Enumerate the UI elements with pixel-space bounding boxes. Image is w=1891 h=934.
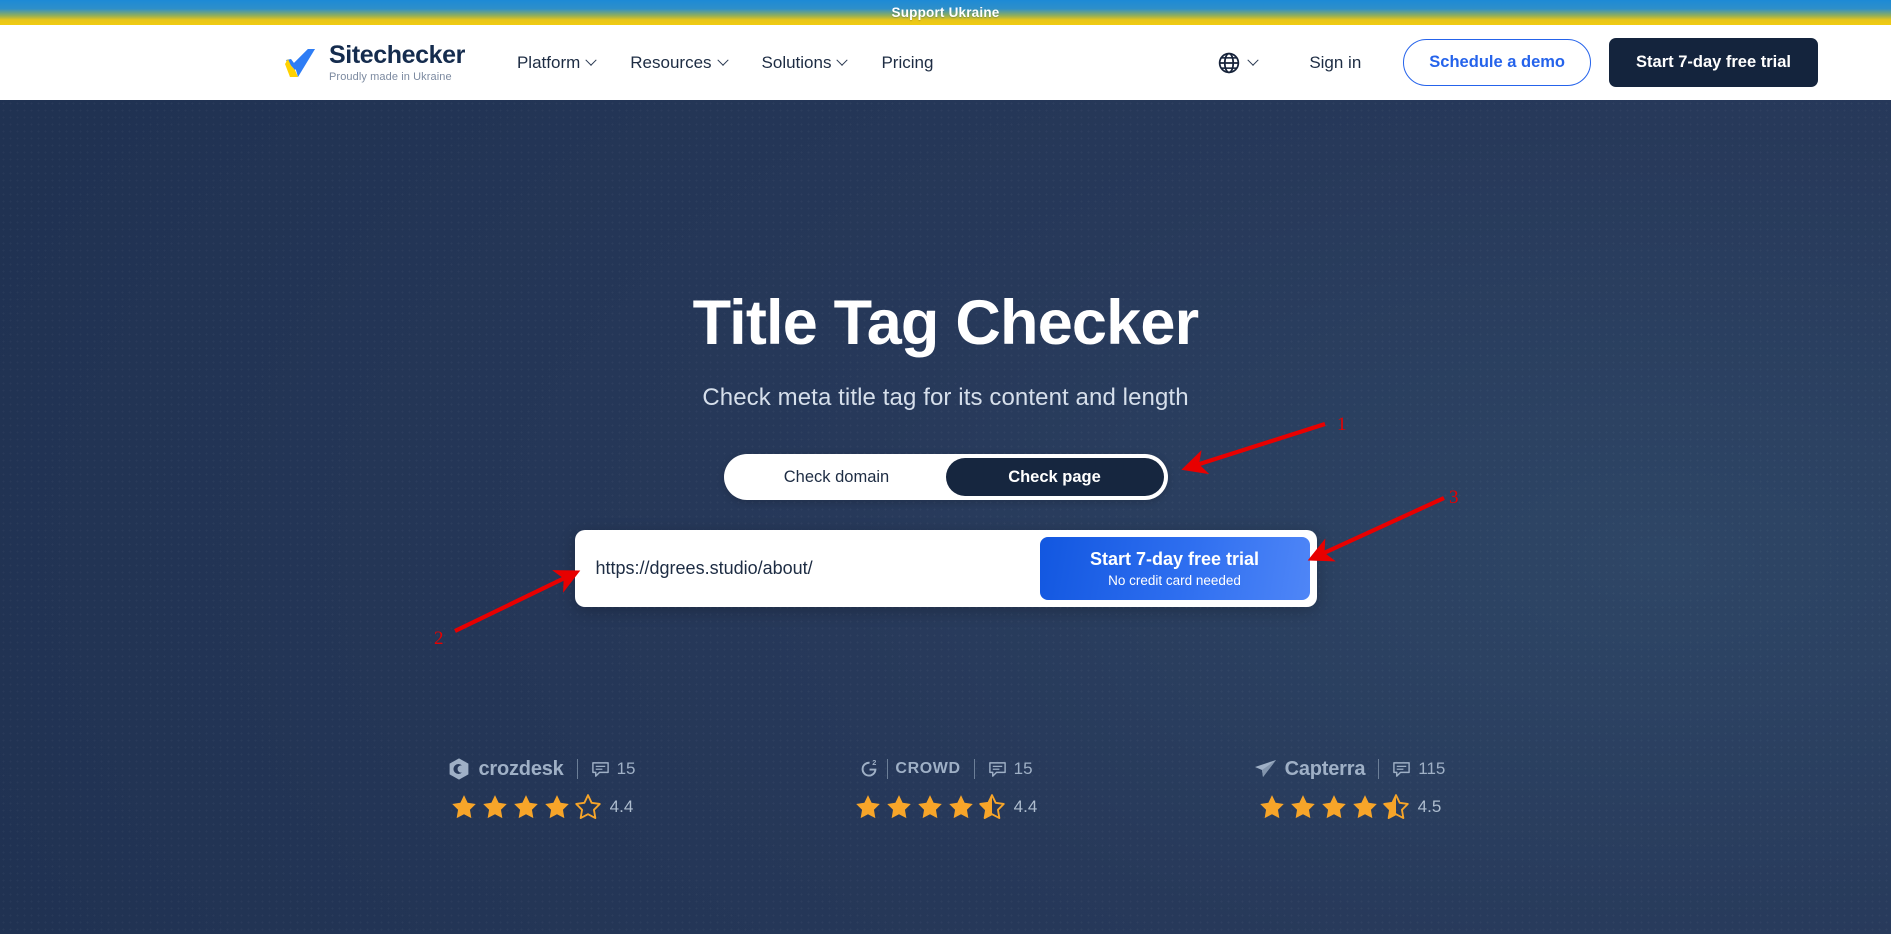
g2-crowd-icon: 2: [862, 758, 878, 777]
star-full-icon: [948, 795, 973, 819]
g2crowd-reviews: 15: [988, 759, 1033, 779]
crozdesk-brand: crozdesk: [447, 757, 564, 781]
crozdesk-reviews: 15: [591, 759, 636, 779]
star-full-icon: [886, 795, 911, 819]
chevron-down-icon: [716, 54, 729, 66]
hero-section: Title Tag Checker Check meta title tag f…: [0, 100, 1891, 934]
g2crowd-review-count: 15: [1013, 759, 1033, 778]
svg-text:2: 2: [873, 758, 878, 767]
capterra-stars: 4.5: [1258, 793, 1442, 821]
star-full-icon: [855, 795, 880, 819]
rating-header: Capterra 115: [1254, 755, 1445, 783]
start-trial-button-hero[interactable]: Start 7-day free trial No credit card ne…: [1039, 537, 1310, 601]
header-actions: Sign in Schedule a demo Start 7-day free…: [1218, 38, 1818, 87]
logo-name: Sitechecker: [329, 40, 465, 69]
capterra-icon: [1254, 760, 1276, 777]
rating-header: 2 CROWD 15: [858, 755, 1033, 783]
star-full-icon: [1352, 795, 1377, 819]
url-search-bar: Start 7-day free trial No credit card ne…: [574, 530, 1317, 608]
comment-icon: [591, 761, 609, 777]
crozdesk-brand-label: crozdesk: [478, 757, 564, 780]
capterra-reviews: 115: [1392, 759, 1445, 779]
capterra-score: 4.5: [1417, 797, 1442, 816]
crozdesk-stars: 4.4: [450, 793, 634, 821]
nav-label-pricing: Pricing: [881, 52, 934, 72]
capterra-brand: Capterra: [1254, 757, 1366, 781]
g2crowd-score: 4.4: [1013, 797, 1038, 816]
star-empty-icon: [574, 794, 601, 820]
page-subtitle: Check meta title tag for its content and…: [702, 384, 1189, 412]
support-ukraine-label: Support Ukraine: [891, 5, 1000, 20]
star-full-icon: [482, 795, 507, 819]
rating-header: crozdesk 15: [447, 755, 636, 783]
comment-icon: [1393, 761, 1411, 777]
chevron-down-icon: [836, 54, 849, 66]
ratings-row: crozdesk 15 4.4 2 CROWD 15 4.4 Capterra …: [0, 755, 1891, 821]
nav-item-pricing[interactable]: Pricing: [881, 53, 933, 73]
star-full-icon: [1259, 795, 1284, 819]
support-ukraine-banner[interactable]: Support Ukraine: [0, 0, 1891, 25]
rating-crozdesk: crozdesk 15 4.4: [417, 755, 667, 821]
main-nav: Platform Resources Solutions Pricing: [517, 53, 933, 73]
hero-content: Title Tag Checker Check meta title tag f…: [0, 100, 1891, 608]
cta-main-label: Start 7-day free trial: [1089, 549, 1260, 570]
nav-item-resources[interactable]: Resources: [630, 52, 729, 73]
star-full-icon: [1290, 795, 1315, 819]
comment-icon: [988, 761, 1006, 777]
check-mode-toggle: Check domain Check page: [723, 454, 1168, 501]
chevron-down-icon: [1247, 54, 1259, 66]
crozdesk-icon: [450, 758, 469, 780]
toggle-check-page[interactable]: Check page: [945, 458, 1164, 497]
divider: [887, 759, 889, 779]
divider: [1378, 759, 1380, 779]
sign-in-link[interactable]: Sign in: [1309, 53, 1361, 73]
start-trial-button-header[interactable]: Start 7-day free trial: [1609, 38, 1818, 87]
nav-label-platform: Platform: [516, 52, 581, 72]
logo-tagline: Proudly made in Ukraine: [329, 70, 452, 83]
crozdesk-score: 4.4: [609, 797, 634, 816]
logo[interactable]: Sitechecker Proudly made in Ukraine: [284, 40, 465, 83]
divider: [576, 759, 578, 779]
toggle-check-domain[interactable]: Check domain: [728, 458, 946, 496]
rating-capterra: Capterra 115 4.5: [1225, 755, 1475, 821]
star-full-icon: [544, 795, 569, 819]
cta-sub-label: No credit card needed: [1108, 573, 1241, 589]
site-header: Sitechecker Proudly made in Ukraine Plat…: [0, 25, 1891, 100]
schedule-demo-button[interactable]: Schedule a demo: [1403, 39, 1592, 86]
star-full-icon: [917, 795, 942, 819]
page-title: Title Tag Checker: [692, 288, 1200, 358]
star-full-icon: [1321, 795, 1346, 819]
g2crowd-stars: 4.4: [854, 793, 1038, 821]
sitechecker-checkmark-icon: [285, 48, 315, 77]
nav-label-solutions: Solutions: [761, 52, 832, 72]
url-input[interactable]: [581, 558, 1040, 580]
nav-item-platform[interactable]: Platform: [516, 52, 597, 73]
nav-item-solutions[interactable]: Solutions: [761, 52, 849, 73]
language-selector[interactable]: [1218, 52, 1259, 74]
star-full-icon: [513, 795, 538, 819]
nav-label-resources: Resources: [630, 52, 712, 72]
g2crowd-brand-label: CROWD: [895, 760, 961, 777]
chevron-down-icon: [585, 54, 597, 66]
crozdesk-review-count: 15: [616, 759, 636, 778]
globe-icon: [1219, 52, 1240, 73]
capterra-review-count: 115: [1418, 759, 1446, 778]
star-full-icon: [451, 795, 476, 819]
g2crowd-brand: 2 CROWD: [858, 758, 960, 780]
star-half-icon: [978, 794, 1005, 820]
divider: [973, 759, 975, 779]
capterra-brand-label: Capterra: [1284, 757, 1366, 780]
star-half-icon: [1382, 794, 1409, 820]
rating-g2crowd: 2 CROWD 15 4.4: [821, 755, 1071, 821]
